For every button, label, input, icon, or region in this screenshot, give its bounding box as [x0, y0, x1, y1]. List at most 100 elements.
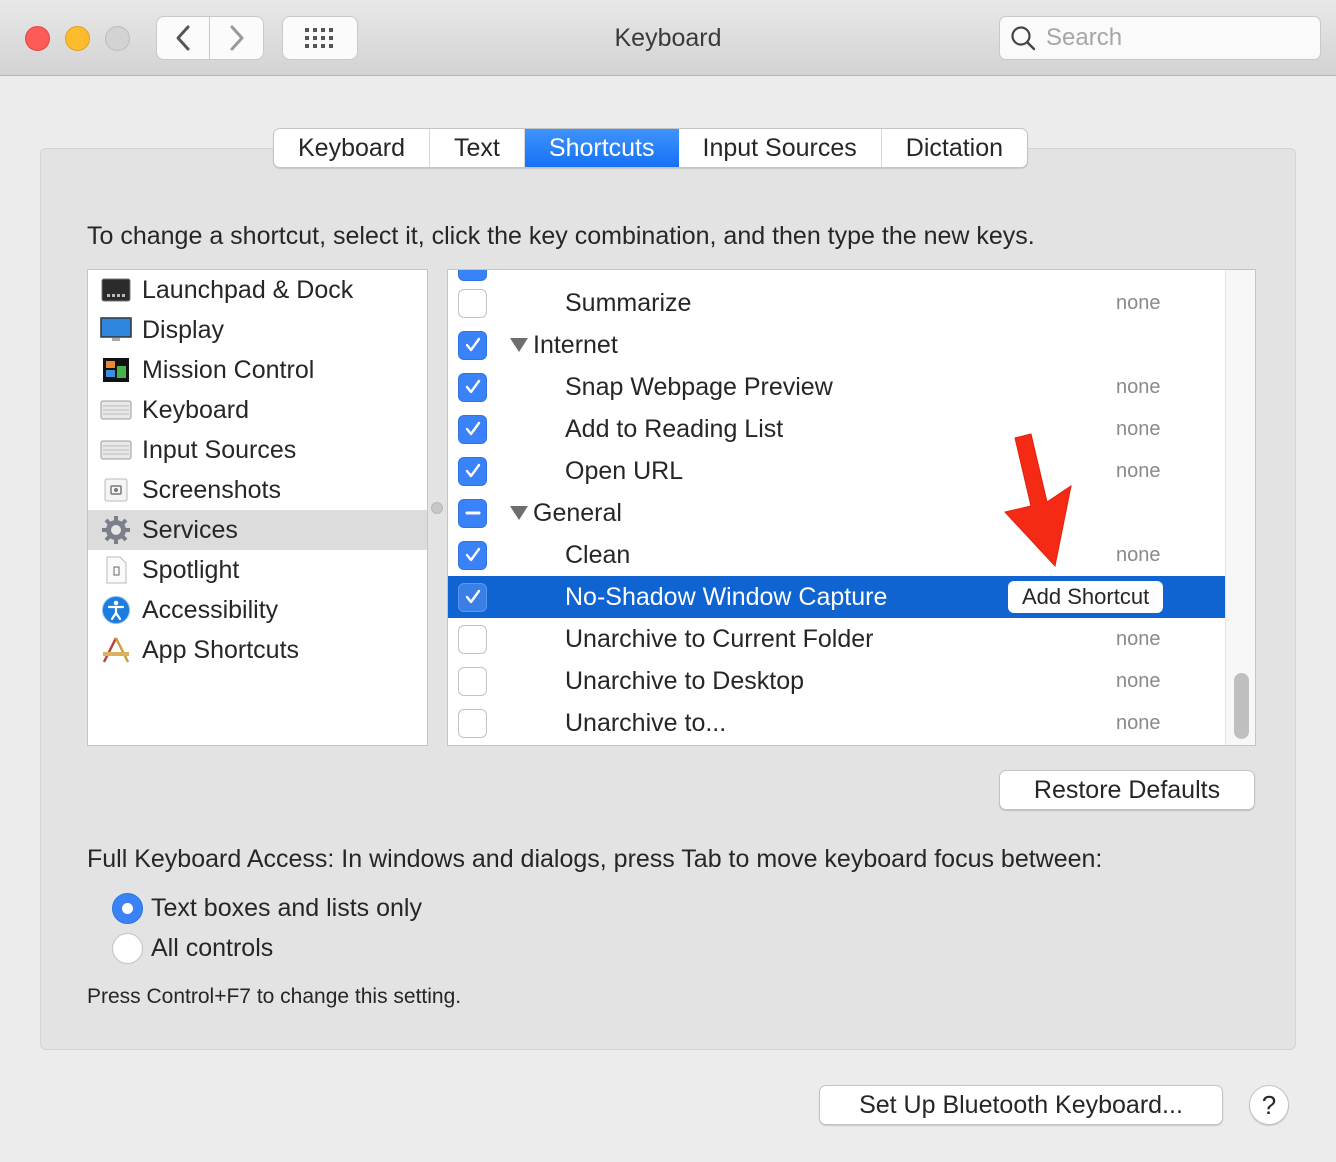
- restore-defaults-button[interactable]: Restore Defaults: [999, 770, 1255, 810]
- category-label: App Shortcuts: [142, 635, 300, 664]
- checkmark-icon: [465, 421, 480, 436]
- shortcut-name: Summarize: [565, 288, 692, 317]
- shortcut-key[interactable]: none: [1116, 670, 1161, 693]
- shortcut-key[interactable]: none: [1116, 628, 1161, 651]
- category-screenshots[interactable]: Screenshots: [88, 470, 427, 510]
- checkbox[interactable]: [458, 372, 487, 402]
- checkmark-icon: [465, 589, 480, 604]
- search-field[interactable]: [999, 16, 1321, 60]
- radio-text-boxes-lists[interactable]: Text boxes and lists only: [112, 893, 422, 924]
- search-icon: [1011, 26, 1036, 51]
- keyboard-icon: [100, 396, 132, 424]
- category-accessibility[interactable]: Accessibility: [88, 590, 427, 630]
- help-button[interactable]: ?: [1249, 1085, 1289, 1125]
- shortcut-name: Open URL: [565, 456, 684, 485]
- checkbox[interactable]: [458, 330, 487, 360]
- shortcut-row[interactable]: Summarize none: [448, 282, 1225, 324]
- category-label: Launchpad & Dock: [142, 275, 354, 304]
- category-input-sources[interactable]: Input Sources: [88, 430, 427, 470]
- category-keyboard[interactable]: Keyboard: [88, 390, 427, 430]
- set-up-bluetooth-keyboard-button[interactable]: Set Up Bluetooth Keyboard...: [819, 1085, 1223, 1125]
- checkbox[interactable]: [458, 456, 487, 486]
- radio-button[interactable]: [112, 893, 143, 924]
- shortcut-row[interactable]: Clean none: [448, 534, 1225, 576]
- category-spotlight[interactable]: Spotlight: [88, 550, 427, 590]
- launchpad-dock-icon: [100, 276, 132, 304]
- tab-keyboard[interactable]: Keyboard: [274, 129, 431, 167]
- shortcut-row-selected[interactable]: No-Shadow Window Capture Add Shortcut: [448, 576, 1225, 618]
- category-label: Display: [142, 315, 224, 344]
- checkmark-icon: [465, 379, 480, 394]
- shortcut-group-row[interactable]: Internet: [448, 324, 1225, 366]
- scrollbar-thumb[interactable]: [1234, 673, 1249, 739]
- radio-label: All controls: [151, 934, 274, 962]
- category-label: Keyboard: [142, 395, 250, 424]
- shortcut-row[interactable]: Open URL none: [448, 450, 1225, 492]
- screenshots-icon: [100, 476, 132, 504]
- shortcut-key[interactable]: none: [1116, 460, 1161, 483]
- category-label: Spotlight: [142, 555, 240, 584]
- category-mission-control[interactable]: Mission Control: [88, 350, 427, 390]
- shortcut-row[interactable]: Add to Reading List none: [448, 408, 1225, 450]
- category-services[interactable]: Services: [88, 510, 427, 550]
- shortcut-name: Snap Webpage Preview: [565, 372, 833, 401]
- shortcut-name: Unarchive to Current Folder: [565, 624, 874, 653]
- input-sources-icon: [100, 436, 132, 464]
- checkbox[interactable]: [458, 708, 487, 738]
- category-label: Services: [142, 515, 238, 544]
- shortcut-key[interactable]: none: [1116, 712, 1161, 735]
- shortcut-name: Add to Reading List: [565, 414, 784, 443]
- checkbox[interactable]: [458, 582, 487, 612]
- shortcut-row[interactable]: Unarchive to Desktop none: [448, 660, 1225, 702]
- instructions-text: To change a shortcut, select it, click t…: [87, 222, 1035, 250]
- full-keyboard-access-label: Full Keyboard Access: In windows and dia…: [87, 845, 1103, 873]
- shortcut-list: Summarize none Internet Snap Webpage Pre…: [447, 269, 1256, 746]
- checkbox[interactable]: [458, 540, 487, 570]
- tab-dictation[interactable]: Dictation: [882, 129, 1027, 167]
- shortcut-group-row[interactable]: General: [448, 492, 1225, 534]
- category-launchpad-dock[interactable]: Launchpad & Dock: [88, 270, 427, 310]
- vertical-scrollbar[interactable]: [1225, 270, 1255, 745]
- disclosure-triangle-icon[interactable]: [510, 506, 528, 520]
- tab-text[interactable]: Text: [430, 129, 525, 167]
- checkbox[interactable]: [458, 624, 487, 654]
- app-shortcuts-icon: [100, 636, 132, 664]
- radio-all-controls[interactable]: All controls: [112, 933, 273, 964]
- spotlight-icon: [100, 556, 132, 584]
- category-label: Screenshots: [142, 475, 281, 504]
- radio-label: Text boxes and lists only: [151, 894, 422, 922]
- shortcut-name: Unarchive to Desktop: [565, 666, 805, 695]
- keyboard-access-hint: Press Control+F7 to change this setting.: [87, 985, 462, 1008]
- checkbox[interactable]: [458, 666, 487, 696]
- checkbox[interactable]: [458, 414, 487, 444]
- red-arrow-annotation-icon: [1004, 433, 1072, 568]
- shortcut-key[interactable]: none: [1116, 376, 1161, 399]
- checkbox[interactable]: [458, 270, 487, 281]
- shortcut-key[interactable]: none: [1116, 292, 1161, 315]
- search-input[interactable]: [1044, 23, 1304, 53]
- shortcut-name: Unarchive to...: [565, 708, 727, 737]
- shortcut-row[interactable]: Unarchive to... none: [448, 702, 1225, 744]
- shortcut-name: Clean: [565, 540, 631, 569]
- shortcut-key[interactable]: none: [1116, 418, 1161, 441]
- tab-bar: Keyboard Text Shortcuts Input Sources Di…: [273, 128, 1029, 168]
- checkbox[interactable]: [458, 498, 487, 528]
- shortcut-name: No-Shadow Window Capture: [565, 582, 888, 611]
- radio-button[interactable]: [112, 933, 143, 964]
- shortcut-row[interactable]: Unarchive to Current Folder none: [448, 618, 1225, 660]
- minus-icon: [465, 511, 480, 515]
- title-bar: Keyboard: [0, 0, 1336, 76]
- tab-input-sources[interactable]: Input Sources: [679, 129, 882, 167]
- shortcut-row[interactable]: Snap Webpage Preview none: [448, 366, 1225, 408]
- tab-shortcuts[interactable]: Shortcuts: [524, 129, 679, 167]
- category-label: Accessibility: [142, 595, 279, 624]
- mission-control-icon: [100, 356, 132, 384]
- disclosure-triangle-icon[interactable]: [510, 338, 528, 352]
- category-app-shortcuts[interactable]: App Shortcuts: [88, 630, 427, 670]
- shortcut-key[interactable]: none: [1116, 544, 1161, 567]
- category-display[interactable]: Display: [88, 310, 427, 350]
- add-shortcut-button[interactable]: Add Shortcut: [1008, 581, 1164, 613]
- checkbox[interactable]: [458, 288, 487, 318]
- gear-icon: [100, 516, 132, 544]
- split-view-handle[interactable]: [431, 502, 443, 514]
